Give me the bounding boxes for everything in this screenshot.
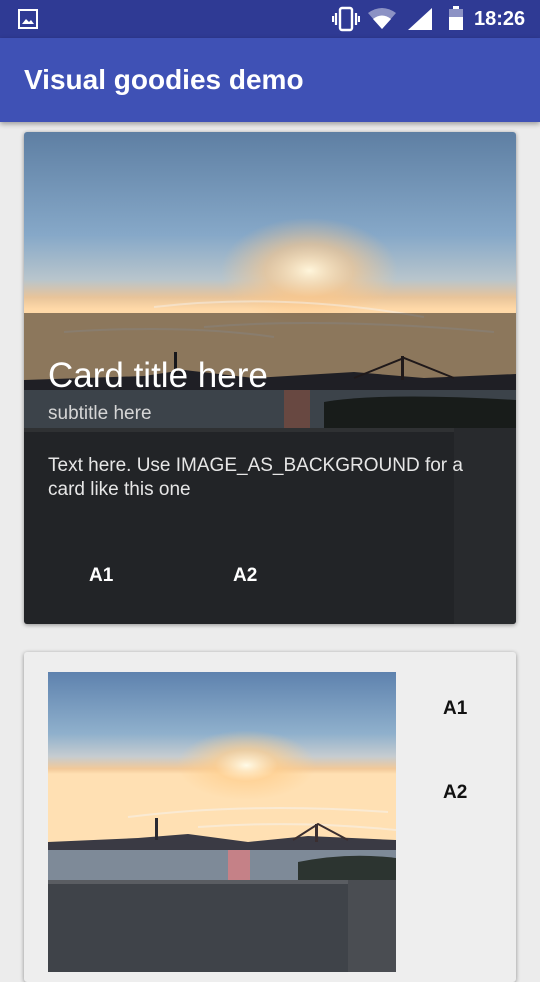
card1-action-a1-button[interactable]: A1 (85, 562, 117, 590)
card-subtitle: subtitle here (48, 403, 152, 424)
card-title: Card title here (48, 356, 268, 395)
card1-action-a2-button[interactable]: A2 (229, 562, 261, 590)
status-bar: 18:26 (0, 0, 540, 38)
card2-action-a1-button[interactable]: A1 (439, 695, 471, 723)
status-time: 18:26 (474, 8, 526, 30)
app-bar: Visual goodies demo (0, 38, 540, 122)
card-text: Text here. Use IMAGE_AS_BACKGROUND for a… (48, 455, 463, 500)
wifi-icon (368, 8, 396, 29)
image-background-card[interactable]: Card title here subtitle here Text here.… (24, 132, 516, 624)
sunset-image (48, 672, 396, 972)
image-notification-icon (18, 9, 38, 29)
battery-icon (449, 6, 463, 30)
cell-signal-icon (408, 8, 432, 30)
side-image-card[interactable]: A1 A2 (24, 652, 516, 982)
vibrate-icon (332, 6, 360, 32)
app-title: Visual goodies demo (24, 64, 304, 95)
card2-action-a2-button[interactable]: A2 (439, 779, 471, 807)
